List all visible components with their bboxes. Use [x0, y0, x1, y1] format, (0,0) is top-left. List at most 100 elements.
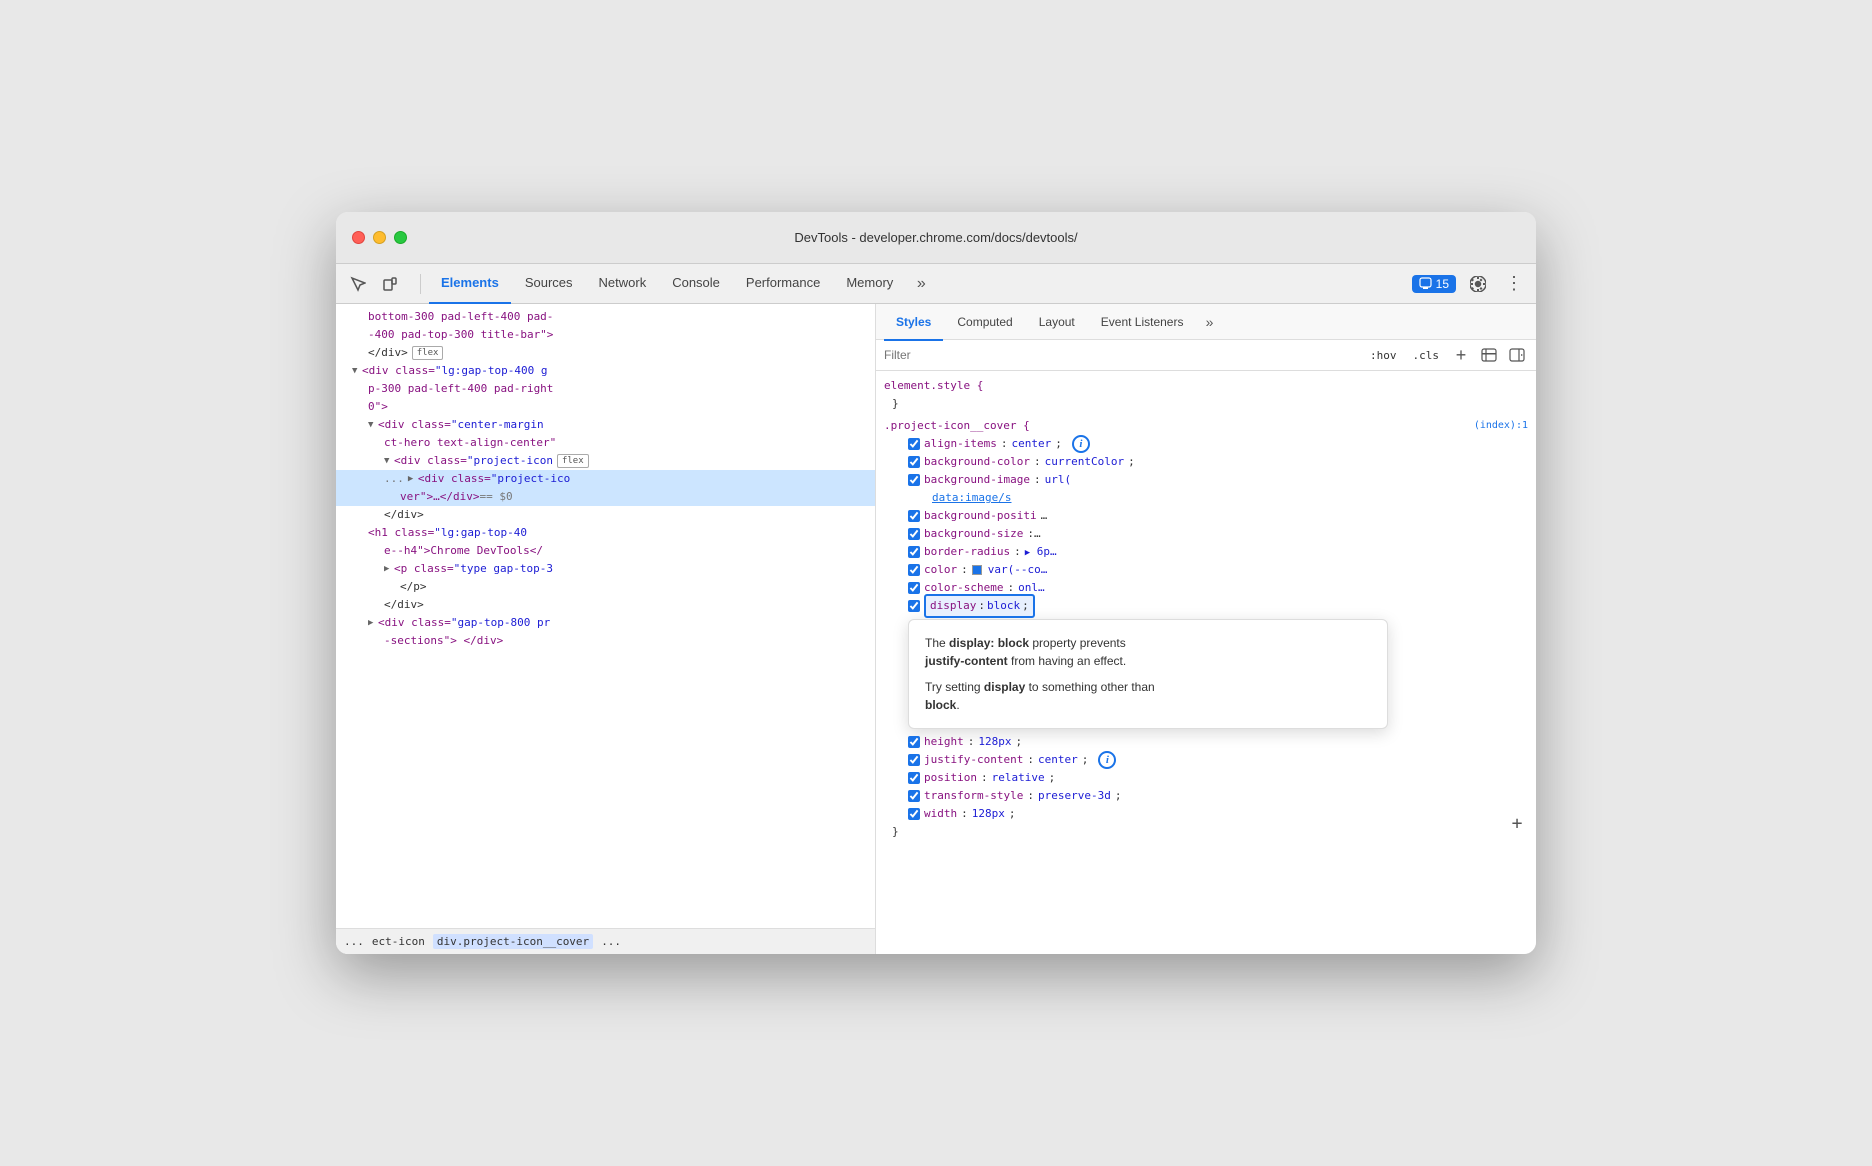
- tree-line: -400 pad-top-300 title-bar">: [336, 326, 875, 344]
- css-prop-checkbox[interactable]: [908, 582, 920, 594]
- css-prop-background-position: background-positi …: [884, 507, 1528, 525]
- filter-input[interactable]: [884, 348, 1357, 362]
- css-prop-checkbox[interactable]: [908, 736, 920, 748]
- device-toolbar-button[interactable]: [376, 270, 404, 298]
- css-selector[interactable]: .project-icon__cover {: [884, 417, 1030, 435]
- cls-button[interactable]: .cls: [1408, 346, 1445, 365]
- color-swatch[interactable]: [972, 565, 982, 575]
- css-prop-background-color: background-color : currentColor ;: [884, 453, 1528, 471]
- css-tooltip: The display: block property prevents jus…: [908, 619, 1388, 729]
- tooltip-text-line1: The display: block property prevents: [925, 634, 1371, 652]
- notifications-badge[interactable]: 15: [1412, 275, 1456, 293]
- tree-expand-triangle[interactable]: ▼: [368, 416, 378, 434]
- close-button[interactable]: [352, 231, 365, 244]
- tree-line: </div> flex: [336, 344, 875, 362]
- flex-badge[interactable]: flex: [557, 454, 589, 469]
- css-prop-display: display : block ;: [884, 597, 1528, 615]
- tab-layout[interactable]: Layout: [1027, 305, 1087, 341]
- settings-button[interactable]: [1464, 270, 1492, 298]
- css-prop-align-items: align-items : center ; i: [884, 435, 1528, 453]
- css-prop-checkbox[interactable]: [908, 564, 920, 576]
- styles-panel: Styles Computed Layout Event Listeners »…: [876, 304, 1536, 954]
- tree-line: ▼ <div class="project-icon flex: [336, 452, 875, 470]
- tab-computed[interactable]: Computed: [945, 305, 1024, 341]
- new-style-rule-button[interactable]: [1478, 344, 1500, 366]
- css-prop-checkbox[interactable]: [908, 456, 920, 468]
- flex-badge[interactable]: flex: [412, 346, 444, 361]
- display-block-highlighted: display : block ;: [924, 594, 1035, 618]
- hov-button[interactable]: :hov: [1365, 346, 1402, 365]
- tab-event-listeners[interactable]: Event Listeners: [1089, 305, 1196, 341]
- css-prop-checkbox[interactable]: [908, 546, 920, 558]
- toggle-sidebar-button[interactable]: [1506, 344, 1528, 366]
- css-prop-color: color : var(--co…: [884, 561, 1528, 579]
- css-prop-checkbox[interactable]: [908, 600, 920, 612]
- css-content[interactable]: element.style { } .project-icon__cover {…: [876, 371, 1536, 954]
- minimize-button[interactable]: [373, 231, 386, 244]
- tree-expand-triangle[interactable]: ▶: [368, 614, 378, 632]
- tree-line: </div>: [336, 506, 875, 524]
- add-rule-button[interactable]: +: [1506, 813, 1528, 835]
- css-prop-position: position : relative ;: [884, 769, 1528, 787]
- tooltip-text-line4: block.: [925, 696, 1371, 714]
- tree-line: ▼ <div class="center-margin: [336, 416, 875, 434]
- elements-panel: bottom-300 pad-left-400 pad- -400 pad-to…: [336, 304, 876, 954]
- css-prop-checkbox[interactable]: [908, 772, 920, 784]
- css-prop-url: data:image/s: [884, 489, 1528, 507]
- main-content: bottom-300 pad-left-400 pad- -400 pad-to…: [336, 304, 1536, 954]
- tree-line-selected[interactable]: ... ▶ <div class="project-ico: [336, 470, 875, 488]
- tab-network[interactable]: Network: [587, 264, 659, 304]
- inspect-element-button[interactable]: [344, 270, 372, 298]
- css-rule-project-icon: .project-icon__cover { (index):1 align-i…: [876, 415, 1536, 843]
- breadcrumb-more[interactable]: ...: [601, 935, 621, 948]
- css-prop-checkbox[interactable]: [908, 790, 920, 802]
- more-tabs-button[interactable]: »: [907, 270, 935, 298]
- devtools-window: DevTools - developer.chrome.com/docs/dev…: [336, 212, 1536, 954]
- css-prop-checkbox[interactable]: [908, 808, 920, 820]
- css-prop-transform-style: transform-style : preserve-3d ;: [884, 787, 1528, 805]
- tree-expand-triangle[interactable]: ▼: [384, 452, 394, 470]
- css-prop-border-radius: border-radius : ▶ 6p…: [884, 543, 1528, 561]
- css-prop-checkbox[interactable]: [908, 474, 920, 486]
- breadcrumb-cover[interactable]: div.project-icon__cover: [433, 934, 593, 949]
- tab-performance[interactable]: Performance: [734, 264, 832, 304]
- css-prop-checkbox[interactable]: [908, 438, 920, 450]
- breadcrumb-ellipsis[interactable]: ...: [344, 935, 364, 948]
- tab-memory[interactable]: Memory: [834, 264, 905, 304]
- tree-expand-triangle[interactable]: ▼: [352, 362, 362, 380]
- devtools-toolbar: Elements Sources Network Console Perform…: [336, 264, 1536, 304]
- tree-line: </div>: [336, 596, 875, 614]
- info-icon-justify-content[interactable]: i: [1098, 751, 1116, 769]
- more-options-button[interactable]: ⋮: [1500, 270, 1528, 298]
- tab-sources[interactable]: Sources: [513, 264, 585, 304]
- maximize-button[interactable]: [394, 231, 407, 244]
- toolbar-divider: [420, 274, 421, 294]
- tree-line: </p>: [336, 578, 875, 596]
- elements-tree[interactable]: bottom-300 pad-left-400 pad- -400 pad-to…: [336, 304, 875, 928]
- css-prop-height: height : 128px ;: [884, 733, 1528, 751]
- css-prop-background-size: background-size :…: [884, 525, 1528, 543]
- css-prop-checkbox[interactable]: [908, 754, 920, 766]
- breadcrumb-ect-icon[interactable]: ect-icon: [372, 935, 425, 948]
- tab-console[interactable]: Console: [660, 264, 732, 304]
- styles-tabs: Styles Computed Layout Event Listeners »: [876, 304, 1536, 340]
- more-style-tabs-button[interactable]: »: [1197, 310, 1221, 334]
- add-style-rule-button[interactable]: +: [1450, 344, 1472, 366]
- css-rule-element-style: element.style { }: [876, 375, 1536, 415]
- tree-line: <h1 class="lg:gap-top-40: [336, 524, 875, 542]
- tree-line: p-300 pad-left-400 pad-right: [336, 380, 875, 398]
- tree-line: ▼ <div class="lg:gap-top-400 g: [336, 362, 875, 380]
- css-url-link[interactable]: data:image/s: [932, 489, 1011, 507]
- css-prop-checkbox[interactable]: [908, 510, 920, 522]
- tree-line: ct-hero text-align-center": [336, 434, 875, 452]
- info-icon-align-items[interactable]: i: [1072, 435, 1090, 453]
- ellipsis: ...: [384, 470, 404, 488]
- css-line-ref[interactable]: (index):1: [1474, 417, 1528, 435]
- css-prop-checkbox[interactable]: [908, 528, 920, 540]
- tab-elements[interactable]: Elements: [429, 264, 511, 304]
- tab-styles[interactable]: Styles: [884, 305, 943, 341]
- tree-expand-triangle[interactable]: ▶: [384, 560, 394, 578]
- css-selector[interactable]: element.style {: [884, 379, 983, 392]
- tree-line: ▶ <div class="gap-top-800 pr: [336, 614, 875, 632]
- tree-expand-triangle[interactable]: ▶: [408, 470, 418, 488]
